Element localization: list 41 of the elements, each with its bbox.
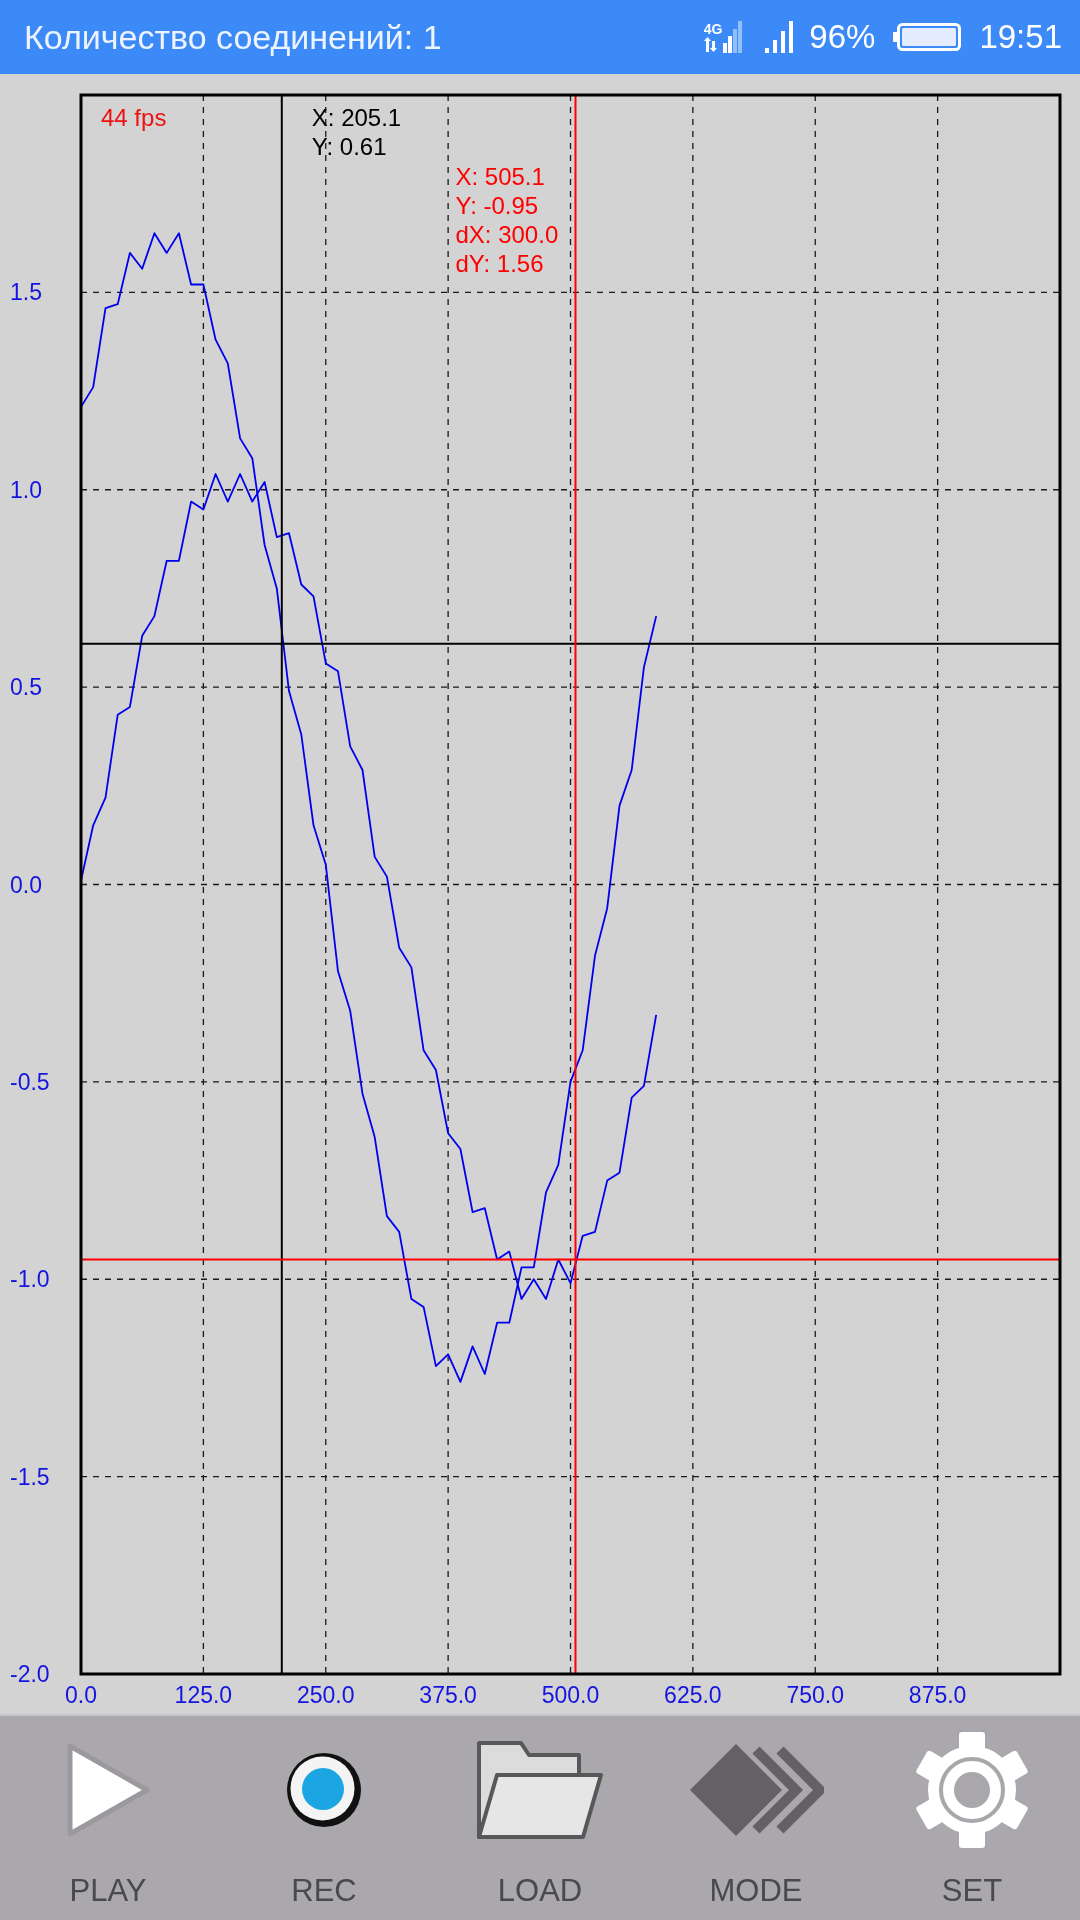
signal-bars-icon [765,21,794,53]
y-axis-tick-label: -2.0 [10,1661,50,1687]
cursor-readout: Y: -0.95 [455,191,539,219]
load-button[interactable]: LOAD [432,1716,648,1920]
x-axis-tick-label: 500.0 [541,1682,600,1708]
y-axis-tick-label: 0.0 [10,871,42,898]
cursor-readout: Y: 0.61 [311,132,387,160]
cursor-readout: X: 205.1 [311,103,402,131]
settings-icon [914,1732,1030,1848]
network-type-label: 4G [703,21,723,37]
y-axis-tick-label: 0.5 [10,674,42,701]
connection-count-title: Количество соединений: 1 [24,17,443,57]
folder-icon [475,1739,605,1841]
y-axis-tick-label: -0.5 [10,1068,50,1095]
y-axis-tick-label: -1.0 [10,1266,50,1293]
x-axis-tick-label: 625.0 [664,1682,722,1708]
clock-time: 19:51 [979,18,1062,56]
x-axis-tick-label: 875.0 [908,1682,967,1708]
x-axis-tick-label: 375.0 [419,1682,477,1708]
vertical-cursor-line[interactable] [280,94,283,1675]
cursor-readout: dY: 1.56 [455,249,544,277]
data-arrows-icon [703,37,717,52]
play-button[interactable]: PLAY [0,1716,216,1920]
x-axis-tick-label: 750.0 [786,1682,845,1708]
horizontal-cursor-line[interactable] [80,642,1061,645]
signal-bars-icon [723,21,744,53]
settings-button[interactable]: SET [864,1716,1080,1920]
x-axis-tick-label: 125.0 [174,1682,233,1708]
x-axis-tick-label: 0.0 [65,1682,97,1708]
cursor-readout: X: 505.1 [455,162,545,190]
mode-button[interactable]: MODE [648,1716,864,1920]
battery-icon [893,23,962,51]
y-axis-tick-label: 1.5 [10,279,42,306]
cursor-readout: dX: 300.0 [455,220,559,248]
fps-counter: 44 fps [101,103,167,131]
y-axis-tick-label: 1.0 [10,476,42,503]
record-icon [286,1752,362,1828]
record-button[interactable]: REC [216,1716,432,1920]
y-axis-tick-label: -1.5 [10,1463,50,1490]
x-axis-tick-label: 250.0 [296,1682,355,1708]
battery-percent: 96% [809,18,876,56]
